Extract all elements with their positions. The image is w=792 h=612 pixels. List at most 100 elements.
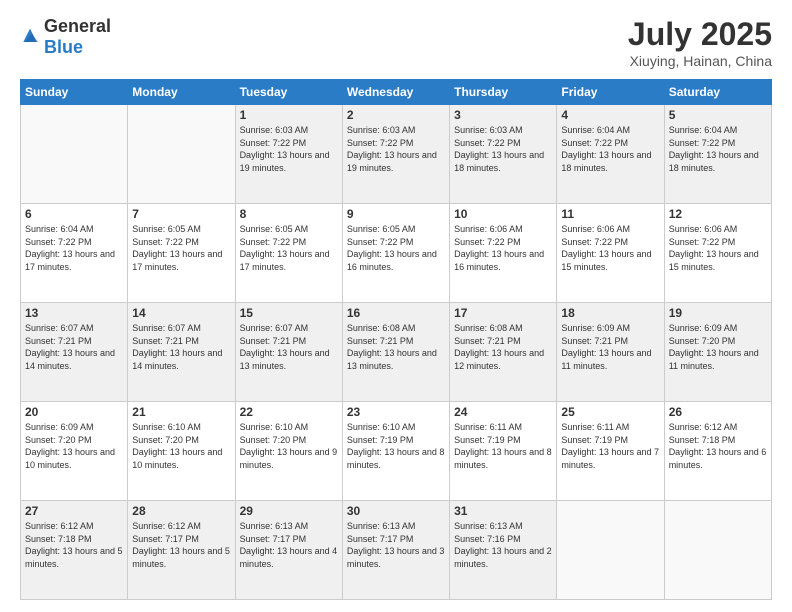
day-number: 28 bbox=[132, 504, 230, 518]
day-number: 23 bbox=[347, 405, 445, 419]
calendar-day-cell bbox=[128, 105, 235, 204]
day-info: Sunrise: 6:03 AMSunset: 7:22 PMDaylight:… bbox=[240, 124, 338, 174]
day-number: 22 bbox=[240, 405, 338, 419]
calendar-day-cell: 7Sunrise: 6:05 AMSunset: 7:22 PMDaylight… bbox=[128, 204, 235, 303]
day-info: Sunrise: 6:04 AMSunset: 7:22 PMDaylight:… bbox=[669, 124, 767, 174]
calendar-week-row: 27 Sunrise: 6:12 AMSunset: 7:18 PMDayligh… bbox=[21, 501, 772, 600]
calendar-day-cell: 17 Sunrise: 6:08 AMSunset: 7:21 PMDayligh… bbox=[450, 303, 557, 402]
calendar-day-cell: 27 Sunrise: 6:12 AMSunset: 7:18 PMDayligh… bbox=[21, 501, 128, 600]
header: General Blue July 2025 Xiuying, Hainan, … bbox=[20, 16, 772, 69]
day-info: Sunrise: 6:06 AMSunset: 7:22 PMDaylight:… bbox=[561, 223, 659, 273]
day-number: 7 bbox=[132, 207, 230, 221]
logo-text-general: General bbox=[44, 16, 111, 36]
day-number: 2 bbox=[347, 108, 445, 122]
logo-text-blue: Blue bbox=[44, 37, 83, 57]
day-number: 5 bbox=[669, 108, 767, 122]
calendar-day-cell: 8Sunrise: 6:05 AMSunset: 7:22 PMDaylight… bbox=[235, 204, 342, 303]
day-info: Sunrise: 6:06 AMSunset: 7:22 PMDaylight:… bbox=[669, 223, 767, 273]
calendar-day-cell: 21Sunrise: 6:10 AMSunset: 7:20 PMDayligh… bbox=[128, 402, 235, 501]
calendar-day-cell bbox=[664, 501, 771, 600]
calendar-day-cell: 2 Sunrise: 6:03 AMSunset: 7:22 PMDaylight… bbox=[342, 105, 449, 204]
calendar-week-row: 1 Sunrise: 6:03 AMSunset: 7:22 PMDaylight… bbox=[21, 105, 772, 204]
day-number: 24 bbox=[454, 405, 552, 419]
calendar-day-cell: 14 Sunrise: 6:07 AMSunset: 7:21 PMDayligh… bbox=[128, 303, 235, 402]
calendar-day-cell: 15 Sunrise: 6:07 AMSunset: 7:21 PMDayligh… bbox=[235, 303, 342, 402]
calendar-day-cell: 28 Sunrise: 6:12 AMSunset: 7:17 PMDayligh… bbox=[128, 501, 235, 600]
calendar-day-cell: 23 Sunrise: 6:10 AMSunset: 7:19 PMDayligh… bbox=[342, 402, 449, 501]
day-info: Sunrise: 6:12 AMSunset: 7:18 PMDaylight:… bbox=[669, 421, 767, 471]
calendar-day-cell bbox=[21, 105, 128, 204]
calendar-day-cell: 26 Sunrise: 6:12 AMSunset: 7:18 PMDayligh… bbox=[664, 402, 771, 501]
calendar-day-cell: 6 Sunrise: 6:04 AMSunset: 7:22 PMDaylight… bbox=[21, 204, 128, 303]
day-number: 31 bbox=[454, 504, 552, 518]
day-number: 16 bbox=[347, 306, 445, 320]
day-number: 29 bbox=[240, 504, 338, 518]
day-info: Sunrise: 6:09 AMSunset: 7:20 PMDaylight:… bbox=[669, 322, 767, 372]
day-number: 3 bbox=[454, 108, 552, 122]
day-info: Sunrise: 6:03 AMSunset: 7:22 PMDaylight:… bbox=[454, 124, 552, 174]
calendar-week-row: 6 Sunrise: 6:04 AMSunset: 7:22 PMDaylight… bbox=[21, 204, 772, 303]
day-info: Sunrise: 6:10 AMSunset: 7:20 PMDaylight:… bbox=[240, 421, 338, 471]
day-number: 8 bbox=[240, 207, 338, 221]
day-number: 12 bbox=[669, 207, 767, 221]
calendar-day-cell: 29 Sunrise: 6:13 AMSunset: 7:17 PMDayligh… bbox=[235, 501, 342, 600]
day-number: 6 bbox=[25, 207, 123, 221]
calendar-day-cell bbox=[557, 501, 664, 600]
day-info: Sunrise: 6:04 AMSunset: 7:22 PMDaylight:… bbox=[561, 124, 659, 174]
day-number: 20 bbox=[25, 405, 123, 419]
day-info: Sunrise: 6:10 AMSunset: 7:20 PMDaylight:… bbox=[132, 421, 230, 471]
day-number: 26 bbox=[669, 405, 767, 419]
calendar-header-row: SundayMondayTuesdayWednesdayThursdayFrid… bbox=[21, 80, 772, 105]
day-info: Sunrise: 6:09 AMSunset: 7:21 PMDaylight:… bbox=[561, 322, 659, 372]
day-number: 1 bbox=[240, 108, 338, 122]
col-header-tuesday: Tuesday bbox=[235, 80, 342, 105]
calendar-day-cell: 5 Sunrise: 6:04 AMSunset: 7:22 PMDaylight… bbox=[664, 105, 771, 204]
day-info: Sunrise: 6:13 AMSunset: 7:17 PMDaylight:… bbox=[240, 520, 338, 570]
month-year: July 2025 bbox=[628, 16, 772, 53]
calendar-day-cell: 12 Sunrise: 6:06 AMSunset: 7:22 PMDayligh… bbox=[664, 204, 771, 303]
calendar-day-cell: 25 Sunrise: 6:11 AMSunset: 7:19 PMDayligh… bbox=[557, 402, 664, 501]
day-number: 25 bbox=[561, 405, 659, 419]
day-info: Sunrise: 6:06 AMSunset: 7:22 PMDaylight:… bbox=[454, 223, 552, 273]
col-header-wednesday: Wednesday bbox=[342, 80, 449, 105]
day-number: 14 bbox=[132, 306, 230, 320]
day-info: Sunrise: 6:08 AMSunset: 7:21 PMDaylight:… bbox=[454, 322, 552, 372]
day-number: 15 bbox=[240, 306, 338, 320]
day-info: Sunrise: 6:04 AMSunset: 7:22 PMDaylight:… bbox=[25, 223, 123, 273]
calendar-day-cell: 24 Sunrise: 6:11 AMSunset: 7:19 PMDayligh… bbox=[450, 402, 557, 501]
col-header-friday: Friday bbox=[557, 80, 664, 105]
day-info: Sunrise: 6:12 AMSunset: 7:17 PMDaylight:… bbox=[132, 520, 230, 570]
day-info: Sunrise: 6:03 AMSunset: 7:22 PMDaylight:… bbox=[347, 124, 445, 174]
day-info: Sunrise: 6:07 AMSunset: 7:21 PMDaylight:… bbox=[240, 322, 338, 372]
calendar-day-cell: 19 Sunrise: 6:09 AMSunset: 7:20 PMDayligh… bbox=[664, 303, 771, 402]
calendar-day-cell: 10Sunrise: 6:06 AMSunset: 7:22 PMDayligh… bbox=[450, 204, 557, 303]
col-header-saturday: Saturday bbox=[664, 80, 771, 105]
day-info: Sunrise: 6:13 AMSunset: 7:16 PMDaylight:… bbox=[454, 520, 552, 570]
day-info: Sunrise: 6:12 AMSunset: 7:18 PMDaylight:… bbox=[25, 520, 123, 570]
calendar-day-cell: 22 Sunrise: 6:10 AMSunset: 7:20 PMDayligh… bbox=[235, 402, 342, 501]
calendar-day-cell: 31 Sunrise: 6:13 AMSunset: 7:16 PMDayligh… bbox=[450, 501, 557, 600]
location: Xiuying, Hainan, China bbox=[628, 53, 772, 69]
calendar-week-row: 20 Sunrise: 6:09 AMSunset: 7:20 PMDayligh… bbox=[21, 402, 772, 501]
title-block: July 2025 Xiuying, Hainan, China bbox=[628, 16, 772, 69]
day-number: 27 bbox=[25, 504, 123, 518]
day-number: 4 bbox=[561, 108, 659, 122]
logo: General Blue bbox=[20, 16, 111, 58]
col-header-sunday: Sunday bbox=[21, 80, 128, 105]
day-info: Sunrise: 6:05 AMSunset: 7:22 PMDaylight:… bbox=[347, 223, 445, 273]
day-number: 19 bbox=[669, 306, 767, 320]
day-info: Sunrise: 6:09 AMSunset: 7:20 PMDaylight:… bbox=[25, 421, 123, 471]
col-header-monday: Monday bbox=[128, 80, 235, 105]
day-info: Sunrise: 6:07 AMSunset: 7:21 PMDaylight:… bbox=[132, 322, 230, 372]
calendar-week-row: 13 Sunrise: 6:07 AMSunset: 7:21 PMDayligh… bbox=[21, 303, 772, 402]
day-info: Sunrise: 6:07 AMSunset: 7:21 PMDaylight:… bbox=[25, 322, 123, 372]
day-number: 30 bbox=[347, 504, 445, 518]
day-number: 17 bbox=[454, 306, 552, 320]
day-number: 13 bbox=[25, 306, 123, 320]
day-info: Sunrise: 6:11 AMSunset: 7:19 PMDaylight:… bbox=[454, 421, 552, 471]
calendar-table: SundayMondayTuesdayWednesdayThursdayFrid… bbox=[20, 79, 772, 600]
calendar-day-cell: 9Sunrise: 6:05 AMSunset: 7:22 PMDaylight… bbox=[342, 204, 449, 303]
day-info: Sunrise: 6:10 AMSunset: 7:19 PMDaylight:… bbox=[347, 421, 445, 471]
day-info: Sunrise: 6:11 AMSunset: 7:19 PMDaylight:… bbox=[561, 421, 659, 471]
page: General Blue July 2025 Xiuying, Hainan, … bbox=[0, 0, 792, 612]
